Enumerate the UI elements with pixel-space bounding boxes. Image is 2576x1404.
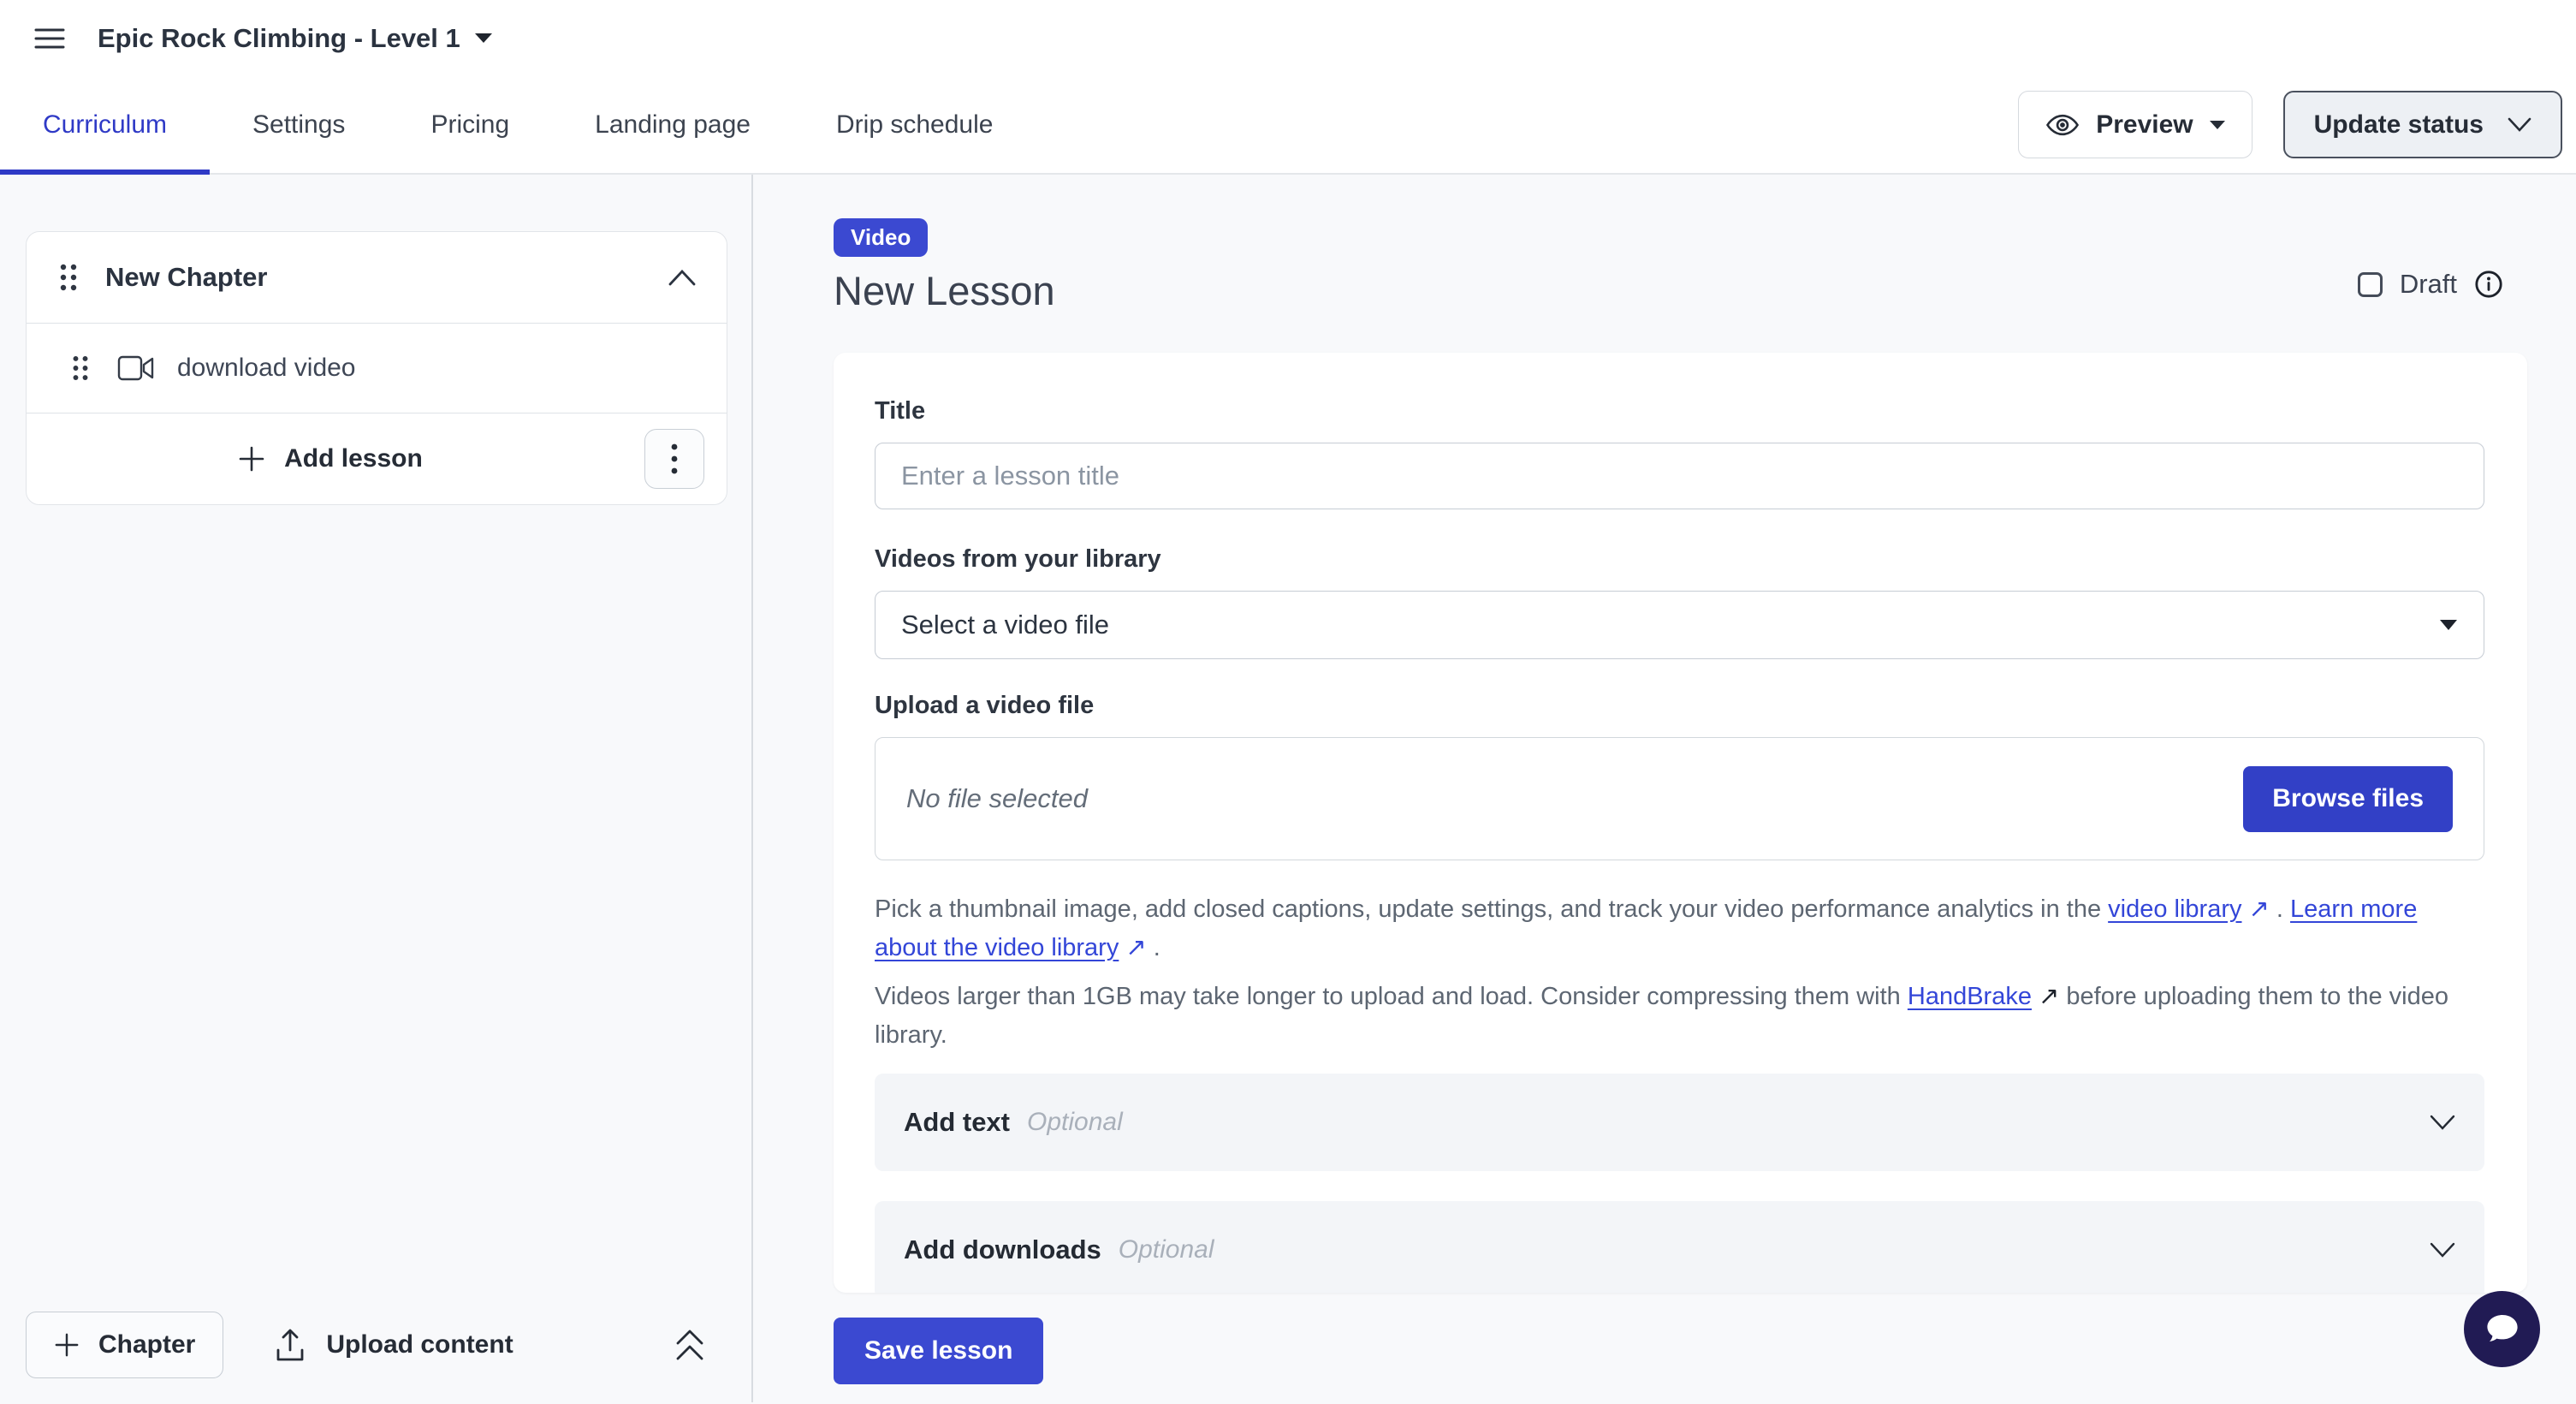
- update-status-button-label: Update status: [2314, 110, 2484, 140]
- header-actions: Preview Update status: [2018, 76, 2562, 173]
- sidebar-footer: Chapter Upload content: [26, 1312, 727, 1378]
- collapse-all-icon[interactable]: [674, 1327, 705, 1363]
- update-status-button[interactable]: Update status: [2283, 91, 2562, 158]
- tab-pricing[interactable]: Pricing: [388, 76, 552, 173]
- tab-settings[interactable]: Settings: [210, 76, 388, 173]
- help-text: .: [1147, 934, 1160, 961]
- caret-down-icon: [2209, 120, 2226, 130]
- external-link-icon: ↗: [2249, 895, 2270, 923]
- library-field-label: Videos from your library: [875, 545, 2484, 574]
- no-file-text: No file selected: [906, 783, 1088, 814]
- upload-field-label: Upload a video file: [875, 692, 2484, 720]
- chat-widget-button[interactable]: [2464, 1291, 2540, 1367]
- compression-help-text: Videos larger than 1GB may take longer t…: [875, 978, 2484, 1055]
- optional-label: Optional: [1119, 1235, 1214, 1264]
- drag-handle-icon[interactable]: [57, 261, 80, 294]
- course-title[interactable]: Epic Rock Climbing - Level 1: [98, 23, 460, 54]
- curriculum-sidebar: New Chapter: [0, 175, 753, 1402]
- eye-icon: [2045, 107, 2080, 143]
- lesson-editor: Video New Lesson Draft Title Videos from…: [753, 175, 2576, 1402]
- plus-icon: [54, 1332, 80, 1358]
- chat-bubble-icon: [2482, 1309, 2523, 1350]
- tab-landing-page[interactable]: Landing page: [552, 76, 793, 173]
- tab-list: Curriculum Settings Pricing Landing page…: [0, 76, 1036, 173]
- help-text: Videos larger than 1GB may take longer t…: [875, 983, 1908, 1010]
- draft-toggle: Draft: [2358, 269, 2503, 300]
- add-lesson-label: Add lesson: [284, 444, 423, 473]
- video-library-link[interactable]: video library: [2108, 895, 2241, 923]
- save-lesson-button[interactable]: Save lesson: [834, 1318, 1043, 1384]
- handbrake-link[interactable]: HandBrake: [1908, 983, 2032, 1010]
- info-icon[interactable]: [2474, 270, 2503, 299]
- lesson-title[interactable]: download video: [177, 354, 356, 383]
- chevron-up-icon[interactable]: [668, 270, 696, 286]
- tab-drip-schedule[interactable]: Drip schedule: [793, 76, 1036, 173]
- video-camera-icon: [117, 354, 155, 382]
- add-chapter-button[interactable]: Chapter: [26, 1312, 223, 1378]
- tab-bar: Curriculum Settings Pricing Landing page…: [0, 76, 2576, 175]
- lesson-header: Video New Lesson: [834, 175, 2527, 314]
- upload-content-label: Upload content: [326, 1330, 513, 1359]
- caret-down-icon[interactable]: [474, 33, 493, 44]
- add-lesson-row: Add lesson: [27, 413, 727, 504]
- chapter-menu-button[interactable]: [644, 429, 704, 489]
- add-chapter-label: Chapter: [98, 1330, 195, 1359]
- chevron-down-icon: [2430, 1115, 2455, 1130]
- chapter-title[interactable]: New Chapter: [105, 262, 267, 293]
- preview-button[interactable]: Preview: [2018, 91, 2252, 158]
- content-area: New Chapter: [0, 175, 2576, 1402]
- lesson-title-input[interactable]: [875, 443, 2484, 509]
- upload-icon: [275, 1328, 306, 1362]
- add-text-section[interactable]: Add text Optional: [875, 1074, 2484, 1171]
- lesson-form-card: Title Videos from your library Select a …: [834, 353, 2527, 1293]
- lesson-row[interactable]: download video: [27, 324, 727, 413]
- upload-content-button[interactable]: Upload content: [270, 1327, 518, 1363]
- video-library-select-value: Select a video file: [901, 610, 1109, 640]
- browse-files-button[interactable]: Browse files: [2243, 766, 2453, 832]
- video-library-select[interactable]: Select a video file: [875, 591, 2484, 659]
- draft-checkbox[interactable]: [2358, 272, 2383, 297]
- add-text-label: Add text: [904, 1107, 1010, 1138]
- title-field-label: Title: [875, 397, 2484, 425]
- file-upload-dropzone[interactable]: No file selected Browse files: [875, 737, 2484, 860]
- page-title: New Lesson: [834, 267, 2527, 314]
- video-library-help-text: Pick a thumbnail image, add closed capti…: [875, 890, 2484, 967]
- add-downloads-label: Add downloads: [904, 1234, 1101, 1265]
- plus-icon: [238, 445, 265, 473]
- add-downloads-section[interactable]: Add downloads Optional: [875, 1201, 2484, 1293]
- add-lesson-button[interactable]: Add lesson: [233, 443, 428, 474]
- help-text: .: [2270, 895, 2290, 923]
- kebab-icon: [671, 443, 678, 475]
- tab-curriculum[interactable]: Curriculum: [0, 76, 210, 173]
- draft-label: Draft: [2400, 269, 2457, 300]
- external-link-icon: ↗: [1125, 934, 1146, 961]
- lesson-type-badge: Video: [834, 218, 928, 257]
- chapter-card: New Chapter: [26, 231, 727, 505]
- hamburger-menu-icon[interactable]: [34, 27, 65, 51]
- help-text: Pick a thumbnail image, add closed capti…: [875, 895, 2108, 923]
- caret-down-icon: [2439, 619, 2458, 631]
- chapter-header: New Chapter: [27, 232, 727, 323]
- chevron-down-icon: [2508, 117, 2531, 132]
- chevron-down-icon: [2430, 1242, 2455, 1258]
- external-link-icon: ↗: [2039, 983, 2059, 1010]
- optional-label: Optional: [1027, 1108, 1123, 1137]
- drag-handle-icon[interactable]: [70, 354, 91, 384]
- top-bar: Epic Rock Climbing - Level 1: [0, 0, 2576, 76]
- preview-button-label: Preview: [2096, 110, 2193, 140]
